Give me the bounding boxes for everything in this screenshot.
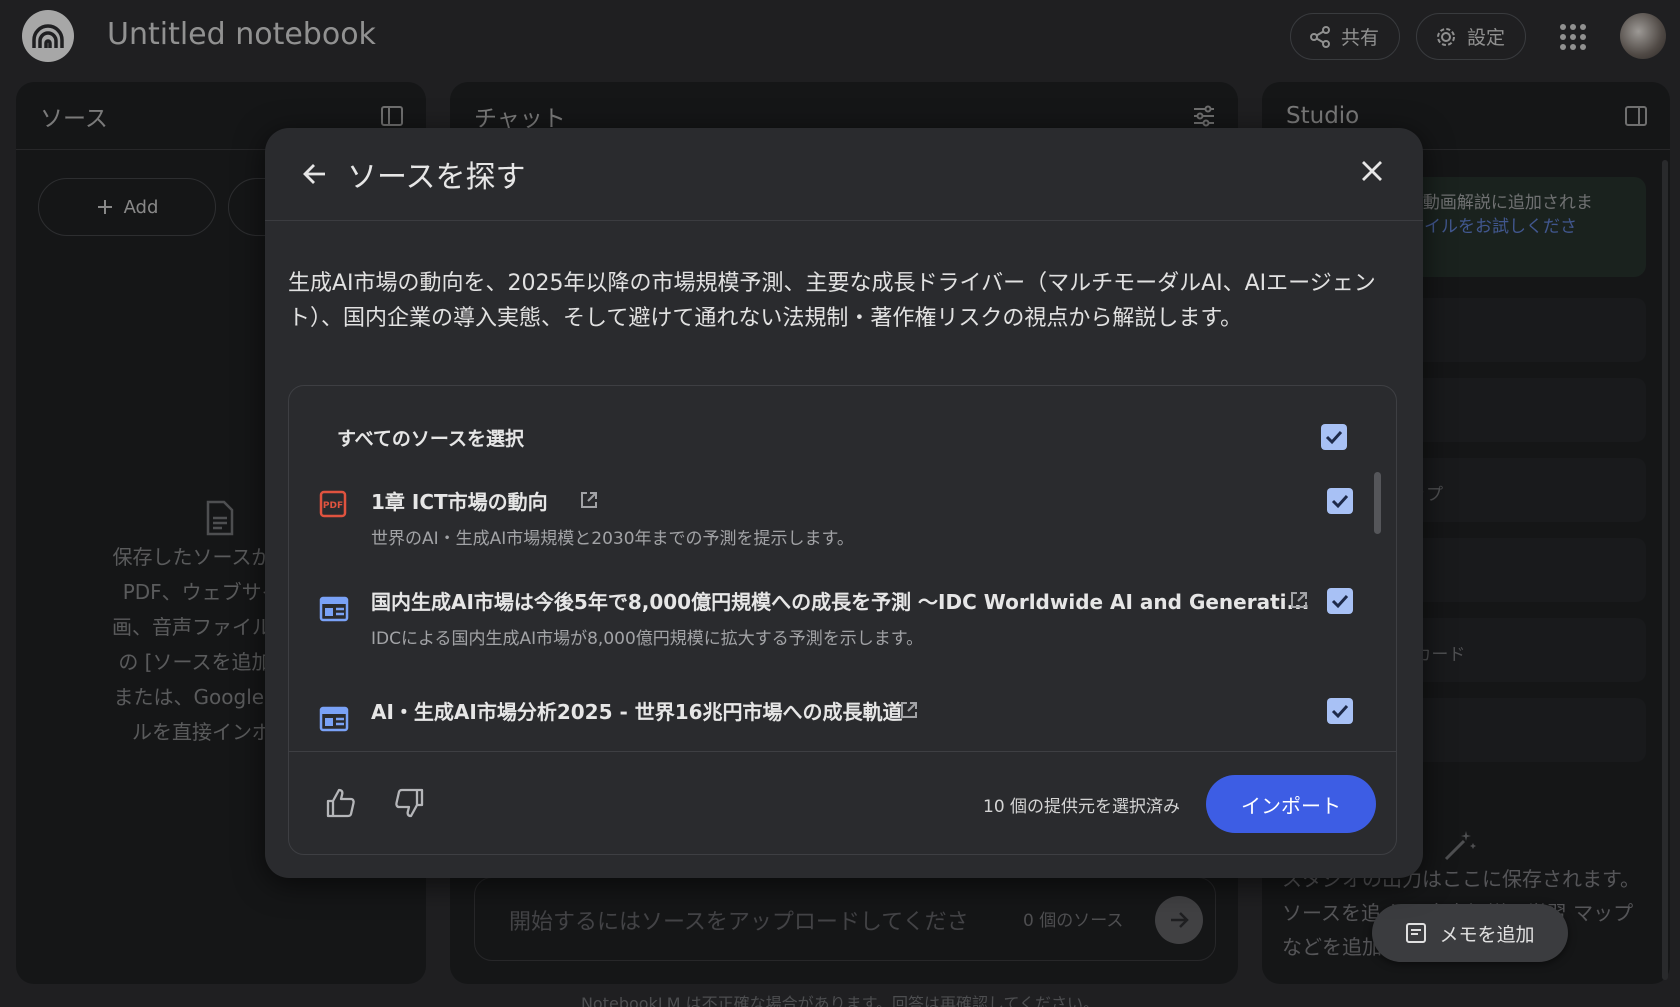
source-description: IDCによる国内生成AI市場が8,000億円規模に拡大する予測を示します。 xyxy=(371,629,924,649)
source-checkbox[interactable] xyxy=(1327,698,1353,724)
thumbs-down-icon[interactable] xyxy=(393,787,425,819)
external-link-icon[interactable] xyxy=(899,700,919,720)
list-scrollbar[interactable] xyxy=(1374,472,1381,534)
sources-list[interactable]: すべてのソースを選択 PDF 1章 ICT市場の動向 世界のAI・生成AI市場規… xyxy=(289,386,1396,751)
import-button[interactable]: インポート xyxy=(1206,775,1376,833)
select-all-label: すべてのソースを選択 xyxy=(337,428,524,450)
web-page-icon xyxy=(319,596,349,622)
dialog-footer: 10 個の提供元を選択済み インポート xyxy=(289,751,1396,854)
source-title[interactable]: 1章 ICT市場の動向 xyxy=(371,486,548,515)
thumbs-up-icon[interactable] xyxy=(325,787,357,819)
add-memo-label: メモを追加 xyxy=(1439,923,1535,946)
dialog-header: ソースを探す xyxy=(265,128,1423,221)
check-icon xyxy=(1331,494,1349,509)
source-checkbox[interactable] xyxy=(1327,488,1353,514)
selected-count: 10 個の提供元を選択済み xyxy=(983,797,1181,817)
list-item: PDF 1章 ICT市場の動向 世界のAI・生成AI市場規模と2030年までの予… xyxy=(289,474,1369,584)
external-link-icon[interactable] xyxy=(1289,590,1309,610)
pdf-icon: PDF xyxy=(319,490,347,518)
add-memo-button[interactable]: メモを追加 xyxy=(1372,904,1568,962)
source-title[interactable]: AI・生成AI市場分析2025 - 世界16兆円市場への成長軌道 xyxy=(371,696,903,725)
discover-sources-dialog: ソースを探す 生成AI市場の動向を、2025年以降の市場規模予測、主要な成長ドラ… xyxy=(265,128,1423,878)
sources-list-box: すべてのソースを選択 PDF 1章 ICT市場の動向 世界のAI・生成AI市場規… xyxy=(288,385,1397,855)
external-link-icon[interactable] xyxy=(579,490,599,510)
list-item: AI・生成AI市場分析2025 - 世界16兆円市場への成長軌道 xyxy=(289,694,1369,751)
web-page-icon xyxy=(319,706,349,732)
source-description: 世界のAI・生成AI市場規模と2030年までの予測を提示します。 xyxy=(371,529,854,549)
check-icon xyxy=(1331,594,1349,609)
source-title[interactable]: 国内生成AI市場は今後5年で8,000億円規模への成長を予測 〜IDC Worl… xyxy=(371,586,1309,615)
select-all-checkbox[interactable] xyxy=(1321,424,1347,450)
svg-text:PDF: PDF xyxy=(323,501,343,511)
check-icon xyxy=(1325,430,1343,445)
check-icon xyxy=(1331,704,1349,719)
topic-description: 生成AI市場の動向を、2025年以降の市場規模予測、主要な成長ドライバー（マルチ… xyxy=(288,271,1376,331)
close-icon[interactable] xyxy=(1359,158,1385,184)
dialog-title: ソースを探す xyxy=(347,160,526,195)
note-icon xyxy=(1406,923,1427,943)
back-arrow-icon[interactable] xyxy=(301,160,329,188)
source-checkbox[interactable] xyxy=(1327,588,1353,614)
list-item: 国内生成AI市場は今後5年で8,000億円規模への成長を予測 〜IDC Worl… xyxy=(289,584,1369,694)
